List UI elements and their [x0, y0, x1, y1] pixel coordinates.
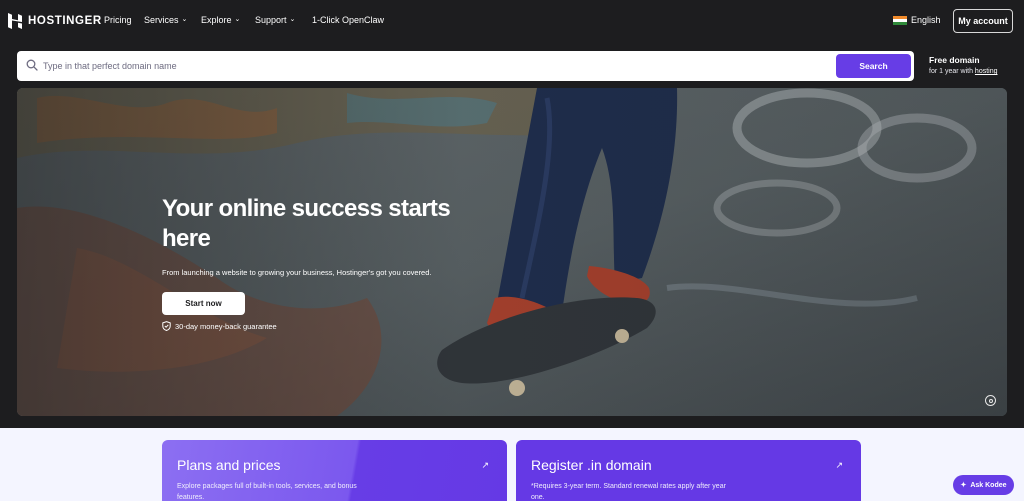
- nav-label: Support: [255, 15, 287, 25]
- nav-item-pricing[interactable]: Pricing: [104, 15, 144, 25]
- plans-card[interactable]: Plans and prices ↗ Explore packages full…: [162, 440, 507, 501]
- my-account-button[interactable]: My account: [953, 9, 1013, 33]
- chevron-down-icon: ⌄: [289, 16, 296, 23]
- shield-check-icon: [162, 321, 171, 331]
- nav-label: Explore: [201, 15, 232, 25]
- domain-card[interactable]: Register .in domain ↗ *Requires 3-year t…: [516, 440, 861, 501]
- ask-kodee-button[interactable]: ✦ Ask Kodee: [953, 475, 1014, 495]
- language-label: English: [911, 15, 941, 25]
- free-domain-promo: Free domain for 1 year with hosting: [929, 55, 998, 77]
- nav-label: 1-Click OpenClaw: [312, 15, 385, 25]
- sparkle-icon: ✦: [960, 482, 967, 489]
- nav-item-support[interactable]: Support ⌄: [255, 15, 312, 25]
- hero-banner: Your online success starts here From lau…: [17, 88, 1007, 416]
- nav-label: Pricing: [104, 15, 132, 25]
- brand-logo[interactable]: HOSTINGER: [8, 13, 102, 29]
- chevron-down-icon: ⌄: [234, 16, 241, 23]
- hero-title: Your online success starts here: [162, 195, 451, 252]
- money-back-guarantee: 30-day money-back guarantee: [162, 321, 277, 331]
- promo-text: for 1 year with hosting: [929, 66, 998, 77]
- promo-text-body: for 1 year with: [929, 68, 975, 75]
- video-control-icon[interactable]: [985, 395, 996, 406]
- feature-section: [0, 428, 1024, 501]
- top-navigation: HOSTINGER Pricing Services ⌄ Explore ⌄ S…: [0, 0, 1024, 44]
- hostinger-logo-icon: [8, 13, 22, 29]
- search-button[interactable]: Search: [836, 54, 911, 78]
- guarantee-text: 30-day money-back guarantee: [175, 321, 277, 331]
- hero-subtitle: From launching a website to growing your…: [162, 268, 432, 277]
- card-text: Explore packages full of built-in tools,…: [177, 483, 357, 501]
- arrow-up-right-icon: ↗: [481, 460, 489, 470]
- main-nav: Pricing Services ⌄ Explore ⌄ Support ⌄ 1…: [104, 15, 384, 25]
- promo-title: Free domain: [929, 55, 980, 65]
- card-title: Register .in domain: [531, 457, 652, 473]
- start-now-button[interactable]: Start now: [162, 292, 245, 315]
- nav-item-explore[interactable]: Explore ⌄: [201, 15, 255, 25]
- nav-item-services[interactable]: Services ⌄: [144, 15, 201, 25]
- card-title: Plans and prices: [177, 457, 281, 473]
- chevron-down-icon: ⌄: [181, 16, 188, 23]
- search-icon: [26, 59, 38, 71]
- domain-search-input[interactable]: [43, 57, 803, 75]
- hosting-link[interactable]: hosting: [975, 68, 998, 75]
- brand-name: HOSTINGER: [28, 15, 102, 27]
- card-text: *Requires 3-year term. Standard renewal …: [531, 483, 726, 501]
- language-selector[interactable]: English: [893, 15, 941, 25]
- india-flag-icon: [893, 15, 907, 25]
- domain-search-bar: Search: [17, 51, 914, 81]
- arrow-up-right-icon: ↗: [835, 460, 843, 470]
- nav-label: Services: [144, 15, 179, 25]
- ask-kodee-label: Ask Kodee: [970, 481, 1007, 489]
- nav-item-openclaw[interactable]: 1-Click OpenClaw: [312, 15, 384, 25]
